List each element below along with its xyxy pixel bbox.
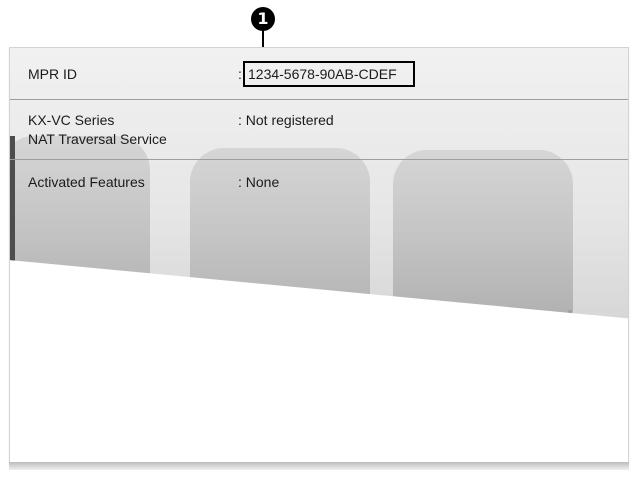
- page: 1 MPR ID : 1234-5678-90AB-CDEF KX-VC Ser…: [0, 0, 635, 493]
- screen-bottom-edge: [9, 462, 629, 470]
- callout-marker: 1: [251, 7, 275, 31]
- mpr-id-label: MPR ID: [28, 66, 77, 82]
- info-table: MPR ID : 1234-5678-90AB-CDEF KX-VC Serie…: [10, 48, 628, 220]
- nat-service-label: KX-VC Series NAT Traversal Service: [28, 111, 167, 149]
- nat-service-value: : Not registered: [238, 112, 334, 128]
- row-mpr-id: MPR ID : 1234-5678-90AB-CDEF: [10, 48, 628, 100]
- row-nat-traversal: KX-VC Series NAT Traversal Service : Not…: [10, 100, 628, 160]
- activated-features-label: Activated Features: [28, 174, 145, 190]
- activated-features-value: : None: [238, 174, 280, 190]
- mpr-id-value: 1234-5678-90AB-CDEF: [248, 66, 397, 82]
- nat-service-label-line1: KX-VC Series: [28, 112, 115, 128]
- info-screen: MPR ID : 1234-5678-90AB-CDEF KX-VC Serie…: [9, 47, 629, 465]
- nat-service-label-line2: NAT Traversal Service: [28, 131, 167, 147]
- mpr-id-colon: :: [238, 66, 242, 82]
- row-activated-features: Activated Features : None: [10, 160, 628, 220]
